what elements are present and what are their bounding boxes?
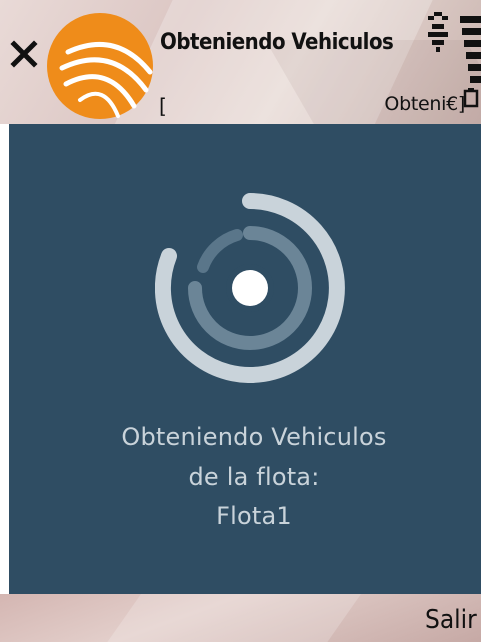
- close-icon[interactable]: [10, 40, 38, 68]
- title-bar: Obteniendo Vehiculos [ Obteni€]: [0, 0, 481, 124]
- loading-spinner: [155, 193, 345, 383]
- battery-icon: [463, 88, 479, 108]
- loading-message-line1: Obteniendo Vehiculos: [121, 423, 387, 451]
- app-logo: [47, 13, 153, 119]
- progress-dialog: Obteniendo Vehiculos de la flota: Flota1: [9, 124, 481, 594]
- status-bracket: [: [159, 94, 167, 118]
- softkey-bar-decoration: [84, 594, 376, 642]
- window-title: Obteniendo Vehiculos: [160, 30, 394, 55]
- status-text: Obteni€]: [384, 93, 465, 115]
- exit-softkey[interactable]: Salir: [425, 605, 477, 635]
- network-activity-icon: [428, 12, 448, 52]
- softkey-bar: Salir: [0, 594, 481, 642]
- fleet-name: Flota1: [216, 502, 292, 530]
- phone-screen: Obteniendo Vehiculos [ Obteni€] Obtenien…: [0, 0, 481, 642]
- loading-message-line2: de la flota:: [188, 463, 320, 491]
